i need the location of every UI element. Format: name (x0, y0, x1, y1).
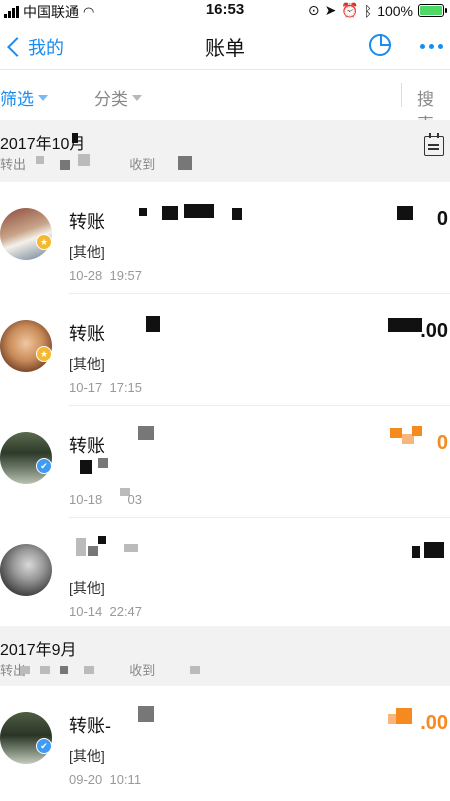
month-header: 2017年9月 转出 收到 (0, 626, 450, 686)
transaction-datetime: 10-17 17:15 (69, 380, 143, 395)
status-bar: 中国联通 ◠ 16:53 ⊙ ➤ ⏰ ᛒ 100% (0, 0, 450, 22)
redaction-mark (232, 208, 242, 220)
pie-chart-icon[interactable] (369, 34, 391, 56)
transaction-row[interactable]: ✔ 转账 10-18 03 0 (0, 406, 450, 518)
redaction-mark (20, 666, 30, 674)
transaction-title: 转账 (69, 212, 105, 232)
redaction-mark (84, 666, 94, 674)
transaction-amount: .00 (420, 712, 448, 734)
redaction-mark (60, 160, 70, 170)
transaction-row[interactable]: [其他] 10-14 22:47 (0, 518, 450, 626)
redaction-mark (60, 666, 68, 674)
divider (401, 83, 402, 107)
redaction-mark (397, 206, 413, 220)
transaction-amount: 0 (436, 208, 448, 230)
redaction-mark (138, 426, 154, 440)
transaction-row[interactable]: ★ 转账 [其他] 10-17 17:15 .00 (0, 294, 450, 406)
transaction-tag: [其他] (69, 580, 105, 596)
filter-label: 筛选 (0, 90, 34, 109)
bluetooth-icon: ᛒ (363, 2, 373, 19)
redaction-mark (72, 133, 78, 143)
avatar (0, 544, 52, 596)
caret-down-icon (132, 94, 142, 101)
redaction-mark (388, 714, 396, 724)
redaction-mark (98, 536, 106, 544)
more-icon[interactable] (420, 44, 443, 49)
transaction-row[interactable]: ★ 转账 [其他] 10-28 19:57 0 (0, 182, 450, 294)
transaction-tag: [其他] (69, 356, 105, 372)
transaction-amount: 0 (436, 432, 448, 454)
redaction-mark (98, 458, 108, 468)
redaction-mark (178, 156, 192, 170)
transaction-amount: .00 (420, 320, 448, 342)
transaction-row[interactable]: ✔ 转账- [其他] 09-20 10:11 .00 (0, 686, 450, 801)
redaction-mark (36, 156, 44, 164)
transaction-datetime: 10-18 03 (69, 492, 143, 507)
alarm-icon: ⏰ (341, 2, 359, 18)
transaction-datetime: 09-20 10:11 (69, 772, 142, 787)
redaction-mark (78, 154, 90, 166)
redaction-mark (162, 206, 178, 220)
month-header: 2017年10月 转出 收到 (0, 120, 450, 182)
redaction-mark (424, 542, 444, 558)
redaction-mark (184, 204, 214, 218)
redaction-mark (190, 666, 200, 674)
redaction-mark (388, 318, 422, 332)
battery-percent: 100% (377, 2, 413, 19)
redaction-mark (390, 428, 402, 438)
redaction-mark (146, 316, 160, 332)
verified-badge-icon: ✔ (36, 738, 52, 754)
redaction-mark (88, 546, 98, 556)
battery-icon (418, 4, 447, 17)
category-label: 分类 (94, 90, 128, 109)
filter-dropdown[interactable]: 筛选 (0, 85, 48, 110)
transaction-tag: [其他] (69, 244, 105, 260)
redaction-mark (396, 708, 412, 724)
transaction-title: 转账 (69, 324, 105, 344)
nav-bar: 我的 账单 (0, 22, 450, 70)
redaction-mark (80, 460, 92, 474)
redaction-mark (139, 208, 147, 216)
star-badge-icon: ★ (36, 346, 52, 362)
redaction-mark (124, 544, 138, 552)
star-badge-icon: ★ (36, 234, 52, 250)
transaction-datetime: 10-28 19:57 (69, 268, 143, 283)
redaction-mark (138, 706, 154, 722)
transaction-tag: [其他] (69, 748, 105, 764)
transaction-title: 转账 (69, 436, 105, 456)
redaction-mark (40, 666, 50, 674)
redaction-mark (412, 426, 422, 436)
category-dropdown[interactable]: 分类 (94, 85, 142, 110)
caret-down-icon (38, 94, 48, 101)
verified-badge-icon: ✔ (36, 458, 52, 474)
transaction-title: 转账- (69, 716, 111, 736)
redaction-mark (76, 538, 86, 556)
calendar-icon[interactable] (424, 133, 444, 156)
transaction-datetime: 10-14 22:47 (69, 604, 143, 619)
redaction-mark (412, 546, 420, 558)
month-title: 2017年9月 (0, 642, 77, 659)
location-icon: ➤ (324, 2, 337, 18)
filter-bar: 筛选 分类 搜索 (0, 71, 450, 134)
lock-rotation-icon: ⊙ (307, 2, 320, 18)
